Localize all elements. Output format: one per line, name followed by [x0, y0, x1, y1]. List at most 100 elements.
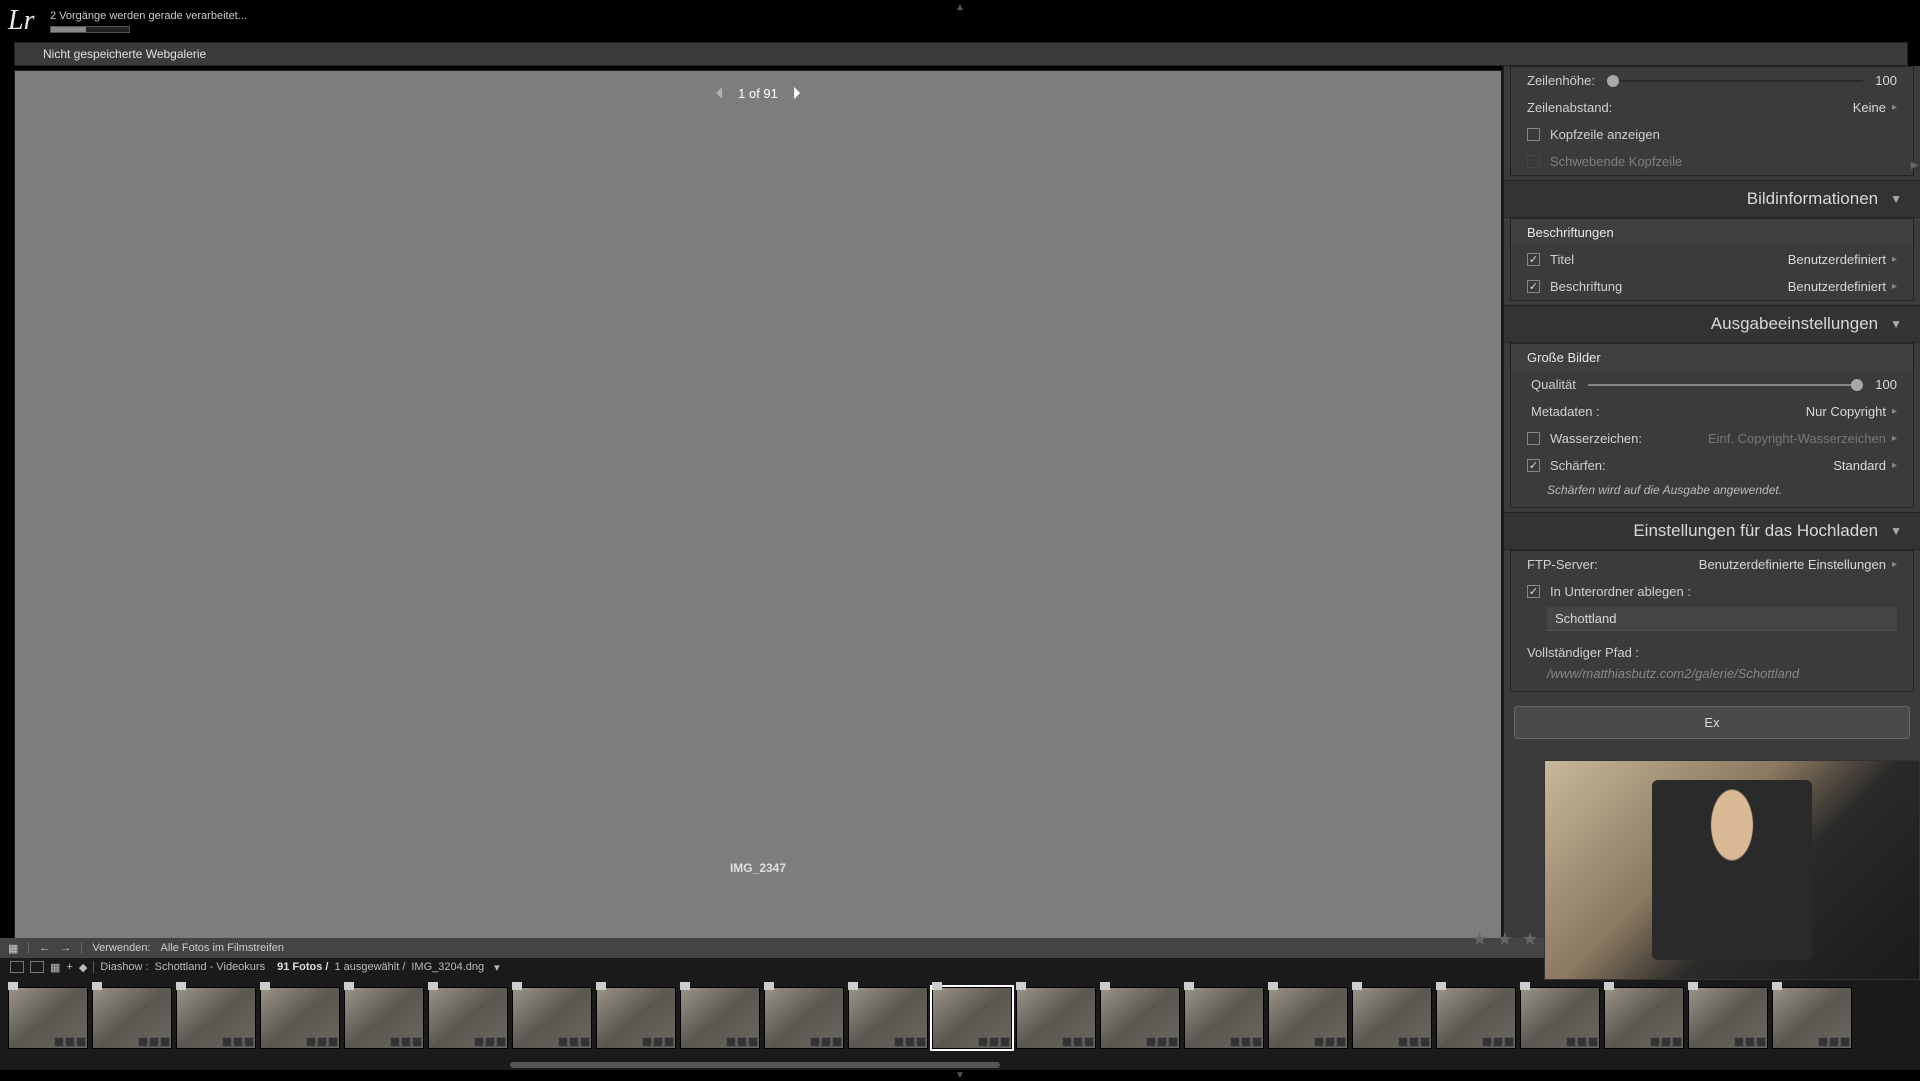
nav-back-icon[interactable]: ←: [39, 942, 50, 954]
collapse-icon[interactable]: ▼: [1890, 192, 1902, 206]
thumbnail[interactable]: [1268, 987, 1348, 1049]
upload-title: Einstellungen für das Hochladen: [1633, 521, 1878, 541]
next-page-icon[interactable]: [788, 85, 804, 101]
watermark-value: Einf. Copyright-Wasserzeichen: [1708, 431, 1886, 446]
app-logo: Lr: [8, 5, 34, 37]
thumbnail[interactable]: [260, 987, 340, 1049]
row-height-slider[interactable]: [1607, 80, 1863, 82]
dropdown-icon[interactable]: ▸: [1892, 281, 1897, 292]
dropdown-icon[interactable]: ▾: [494, 961, 500, 974]
monitor-2-icon[interactable]: [30, 961, 44, 973]
prev-page-icon[interactable]: [712, 85, 728, 101]
rating-stars[interactable]: ★ ★ ★: [1472, 929, 1540, 950]
thumbnail[interactable]: [512, 987, 592, 1049]
breadcrumb-module[interactable]: Diashow :: [100, 961, 148, 973]
collapse-top-icon[interactable]: ▲: [955, 2, 965, 13]
thumbnail[interactable]: [8, 987, 88, 1049]
sharpen-checkbox[interactable]: [1527, 459, 1540, 472]
progress-bar: [50, 26, 130, 33]
grid-view-icon[interactable]: ▦: [8, 942, 18, 955]
plus-icon[interactable]: +: [66, 961, 72, 973]
metadata-control[interactable]: Metadaten : Nur Copyright ▸: [1511, 398, 1913, 425]
watermark-control[interactable]: Wasserzeichen: Einf. Copyright-Wasserzei…: [1511, 425, 1913, 452]
thumbnail[interactable]: [1436, 987, 1516, 1049]
upload-settings-header[interactable]: Einstellungen für das Hochladen ▼: [1504, 512, 1920, 550]
caption-control[interactable]: Beschriftung Benutzerdefiniert ▸: [1511, 273, 1913, 300]
use-value[interactable]: Alle Fotos im Filmstreifen: [161, 942, 284, 954]
caption-value: Benutzerdefiniert: [1788, 279, 1886, 294]
sort-icon[interactable]: ◆: [79, 961, 87, 974]
title-value: Benutzerdefiniert: [1788, 252, 1886, 267]
output-settings-header[interactable]: Ausgabeeinstellungen ▼: [1504, 305, 1920, 343]
thumbnail[interactable]: [1772, 987, 1852, 1049]
thumbnail[interactable]: [176, 987, 256, 1049]
output-title: Ausgabeeinstellungen: [1711, 314, 1878, 334]
floating-header-label: Schwebende Kopfzeile: [1550, 154, 1682, 169]
gallery-title: Nicht gespeicherte Webgalerie: [43, 47, 206, 61]
collapse-icon[interactable]: ▼: [1890, 317, 1902, 331]
metadata-label: Metadaten :: [1531, 404, 1600, 419]
thumbnail[interactable]: [932, 987, 1012, 1049]
row-spacing-control[interactable]: Zeilenabstand: Keine ▸: [1511, 94, 1913, 121]
subfolder-checkbox[interactable]: [1527, 585, 1540, 598]
current-filename: IMG_3204.dng: [411, 961, 484, 973]
show-header-control[interactable]: Kopfzeile anzeigen: [1511, 121, 1913, 148]
dropdown-icon[interactable]: ▸: [1892, 254, 1897, 265]
dropdown-icon[interactable]: ▸: [1892, 460, 1897, 471]
preview-canvas[interactable]: 1 of 91 IMG_2347: [14, 70, 1502, 960]
filmstrip[interactable]: [0, 976, 1920, 1060]
thumbnail[interactable]: [1604, 987, 1684, 1049]
thumbnail[interactable]: [596, 987, 676, 1049]
thumbnail[interactable]: [1352, 987, 1432, 1049]
thumbnail[interactable]: [344, 987, 424, 1049]
thumbnail[interactable]: [92, 987, 172, 1049]
breadcrumb-collection[interactable]: Schottland - Videokurs: [155, 961, 265, 973]
quality-control[interactable]: Qualität 100: [1511, 371, 1913, 398]
caption-checkbox[interactable]: [1527, 280, 1540, 293]
collapse-bottom-icon[interactable]: ▼: [0, 1070, 1920, 1080]
nav-fwd-icon[interactable]: →: [60, 942, 71, 954]
collapse-icon[interactable]: ▼: [1890, 524, 1902, 538]
thumbnail[interactable]: [1184, 987, 1264, 1049]
subfolder-control[interactable]: In Unterordner ablegen :: [1511, 578, 1913, 605]
sharpen-label: Schärfen:: [1550, 458, 1606, 473]
image-info-title: Bildinformationen: [1747, 189, 1878, 209]
ftp-control[interactable]: FTP-Server: Benutzerdefinierte Einstellu…: [1511, 551, 1913, 578]
row-height-label: Zeilenhöhe:: [1527, 73, 1595, 88]
thumbnail[interactable]: [1100, 987, 1180, 1049]
row-spacing-label: Zeilenabstand:: [1527, 100, 1612, 115]
dropdown-icon[interactable]: ▸: [1892, 559, 1897, 570]
title-control[interactable]: Titel Benutzerdefiniert ▸: [1511, 246, 1913, 273]
dropdown-icon[interactable]: ▸: [1892, 102, 1897, 113]
watermark-checkbox[interactable]: [1527, 432, 1540, 445]
monitor-1-icon[interactable]: [10, 961, 24, 973]
show-header-checkbox[interactable]: [1527, 128, 1540, 141]
thumbnail[interactable]: [848, 987, 928, 1049]
metadata-value: Nur Copyright: [1806, 404, 1886, 419]
thumbnail[interactable]: [1016, 987, 1096, 1049]
ftp-value: Benutzerdefinierte Einstellungen: [1699, 557, 1886, 572]
row-spacing-value: Keine: [1853, 100, 1886, 115]
thumbnail[interactable]: [680, 987, 760, 1049]
large-images-subhead: Große Bilder: [1511, 344, 1913, 371]
dropdown-icon[interactable]: ▸: [1892, 433, 1897, 444]
sharpen-note: Schärfen wird auf die Ausgabe angewendet…: [1511, 479, 1913, 507]
filmstrip-scrollbar[interactable]: [0, 1060, 1920, 1070]
row-height-control[interactable]: Zeilenhöhe: 100: [1511, 67, 1913, 94]
image-info-header[interactable]: Bildinformationen ▼: [1504, 180, 1920, 218]
thumbnail[interactable]: [1520, 987, 1600, 1049]
sharpen-control[interactable]: Schärfen: Standard ▸: [1511, 452, 1913, 479]
thumbnail[interactable]: [1688, 987, 1768, 1049]
title-checkbox[interactable]: [1527, 253, 1540, 266]
dropdown-icon[interactable]: ▸: [1892, 406, 1897, 417]
watermark-label: Wasserzeichen:: [1550, 431, 1642, 446]
expand-right-icon[interactable]: ▶: [1909, 160, 1920, 171]
grid-icon[interactable]: ▦: [50, 961, 60, 974]
export-button[interactable]: Ex: [1514, 706, 1910, 739]
thumbnail[interactable]: [428, 987, 508, 1049]
thumbnail[interactable]: [764, 987, 844, 1049]
selected-count: 1 ausgewählt /: [334, 961, 405, 973]
show-header-label: Kopfzeile anzeigen: [1550, 127, 1660, 142]
subfolder-input[interactable]: Schottland: [1547, 607, 1897, 631]
quality-slider[interactable]: [1588, 384, 1863, 386]
